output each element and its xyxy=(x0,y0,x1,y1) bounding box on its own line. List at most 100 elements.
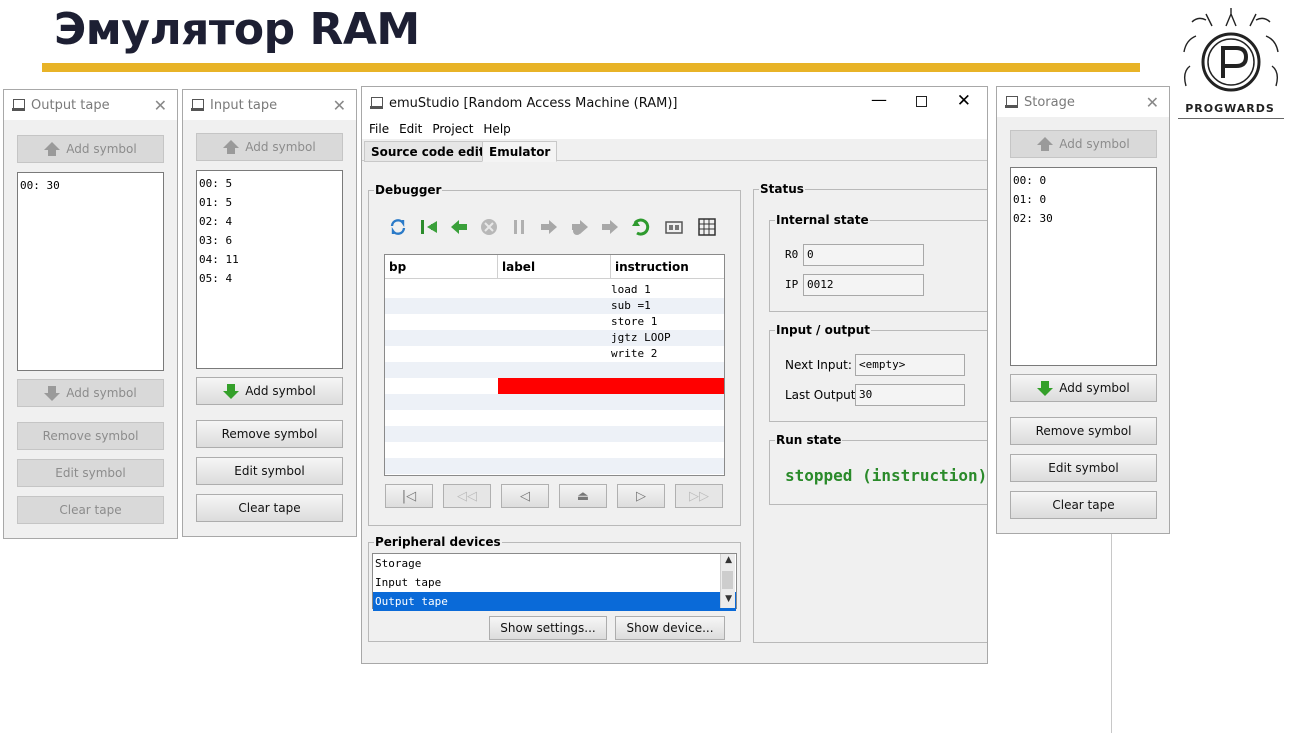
maximize-icon[interactable] xyxy=(916,96,927,107)
add-symbol-bottom-button[interactable]: Add symbol xyxy=(196,377,343,405)
step-back-icon[interactable] xyxy=(449,217,469,237)
refresh-icon[interactable] xyxy=(388,217,408,237)
menu-edit[interactable]: Edit xyxy=(399,122,422,136)
arrow-down-icon xyxy=(44,386,61,401)
input-tape-list[interactable]: 00: 5 01: 5 02: 4 03: 6 04: 11 05: 4 xyxy=(196,170,343,369)
table-row[interactable] xyxy=(385,394,724,410)
tape-cell[interactable]: 00: 0 xyxy=(1013,171,1154,190)
scrollbar-thumb[interactable] xyxy=(722,571,733,589)
close-icon[interactable]: ✕ xyxy=(154,96,167,115)
page-back-fast-button[interactable]: ◁◁ xyxy=(443,484,491,508)
debugger-label: Debugger xyxy=(374,183,443,197)
table-row[interactable] xyxy=(385,458,724,474)
list-item[interactable]: Storage xyxy=(373,554,736,573)
remove-symbol-button[interactable]: Remove symbol xyxy=(17,422,164,450)
tape-cell[interactable]: 05: 4 xyxy=(199,269,340,288)
jump-to-start-icon[interactable] xyxy=(419,217,439,237)
menu-file[interactable]: File xyxy=(369,122,389,136)
table-row[interactable]: write 2 xyxy=(385,346,724,362)
chevron-up-icon[interactable]: ▲ xyxy=(725,555,732,565)
column-header-bp[interactable]: bp xyxy=(385,255,498,279)
tape-cell[interactable]: 04: 11 xyxy=(199,250,340,269)
device-list[interactable]: Storage Input tape Output tape ▲ ▼ xyxy=(372,553,737,611)
tape-cell[interactable]: 00: 30 xyxy=(20,176,161,195)
emustudio-title: emuStudio [Random Access Machine (RAM)] xyxy=(389,95,678,111)
menu-project[interactable]: Project xyxy=(432,122,473,136)
add-symbol-top-button[interactable]: Add symbol xyxy=(196,133,343,161)
table-row[interactable] xyxy=(385,362,724,378)
table-row[interactable] xyxy=(385,410,724,426)
show-settings-button[interactable]: Show settings... xyxy=(489,616,607,640)
add-symbol-bottom-button[interactable]: Add symbol xyxy=(1010,374,1157,402)
storage-title: Storage xyxy=(1024,94,1075,110)
tab-emulator[interactable]: Emulator xyxy=(482,141,558,162)
column-header-label[interactable]: label xyxy=(498,255,611,279)
add-symbol-bottom-button[interactable]: Add symbol xyxy=(17,379,164,407)
tape-cell[interactable]: 01: 0 xyxy=(1013,190,1154,209)
input-output-panel: Input / output xyxy=(769,323,987,422)
add-symbol-bottom-label: Add symbol xyxy=(245,384,316,398)
show-device-button[interactable]: Show device... xyxy=(615,616,725,640)
tape-cell[interactable]: 00: 5 xyxy=(199,174,340,193)
logo-tagline xyxy=(1178,118,1284,119)
column-header-instruction[interactable]: instruction xyxy=(611,255,724,279)
table-row[interactable]: load 1 xyxy=(385,282,724,298)
first-page-button[interactable]: |◁ xyxy=(385,484,433,508)
arrow-up-icon xyxy=(44,142,61,156)
output-tape-list[interactable]: 00: 30 xyxy=(17,172,164,371)
tape-cell[interactable]: 02: 4 xyxy=(199,212,340,231)
current-page-button[interactable]: ⏏ xyxy=(559,484,607,508)
stop-icon[interactable] xyxy=(479,217,499,237)
run-icon[interactable] xyxy=(539,217,559,237)
instruction-table[interactable]: bp label instruction load 1 sub =1 store… xyxy=(384,254,725,476)
tape-cell[interactable]: 01: 5 xyxy=(199,193,340,212)
chevron-down-icon[interactable]: ▼ xyxy=(725,594,732,604)
instruction-cell: write 2 xyxy=(611,347,658,360)
ip-field[interactable]: 0012 xyxy=(803,274,924,296)
close-icon[interactable]: ✕ xyxy=(1146,93,1159,112)
page-forward-button[interactable]: ▷ xyxy=(617,484,665,508)
minimize-icon[interactable]: — xyxy=(871,90,887,109)
page-forward-fast-button[interactable]: ▷▷ xyxy=(675,484,723,508)
pause-icon[interactable] xyxy=(509,217,529,237)
close-icon[interactable]: ✕ xyxy=(957,91,971,111)
menu-help[interactable]: Help xyxy=(483,122,510,136)
clear-tape-button[interactable]: Clear tape xyxy=(17,496,164,524)
table-row[interactable] xyxy=(385,426,724,442)
r0-field[interactable]: 0 xyxy=(803,244,924,266)
edit-symbol-button[interactable]: Edit symbol xyxy=(196,457,343,485)
storage-window: Storage ✕ Add symbol 00: 0 01: 0 02: 30 … xyxy=(996,86,1170,534)
add-symbol-top-button[interactable]: Add symbol xyxy=(17,135,164,163)
storage-list[interactable]: 00: 0 01: 0 02: 30 xyxy=(1010,167,1157,366)
clear-tape-button[interactable]: Clear tape xyxy=(1010,491,1157,519)
list-item[interactable]: Input tape xyxy=(373,573,736,592)
table-row[interactable]: sub =1 xyxy=(385,298,724,314)
add-symbol-bottom-label: Add symbol xyxy=(66,386,137,400)
remove-symbol-button[interactable]: Remove symbol xyxy=(1010,417,1157,445)
edit-symbol-button[interactable]: Edit symbol xyxy=(17,459,164,487)
last-output-label: Last Output: xyxy=(785,388,860,402)
run-fast-icon[interactable] xyxy=(570,217,590,237)
page-back-button[interactable]: ◁ xyxy=(501,484,549,508)
list-item-selected[interactable]: Output tape xyxy=(373,592,736,611)
remove-symbol-button[interactable]: Remove symbol xyxy=(196,420,343,448)
table-row-current[interactable] xyxy=(385,378,724,394)
table-row[interactable] xyxy=(385,442,724,458)
memory-icon[interactable] xyxy=(664,217,684,237)
table-row[interactable]: store 1 xyxy=(385,314,724,330)
slide-title: Эмулятор RAM xyxy=(54,4,420,55)
arrow-down-icon xyxy=(223,384,240,399)
close-icon[interactable]: ✕ xyxy=(333,96,346,115)
clear-tape-button[interactable]: Clear tape xyxy=(196,494,343,522)
tape-cell[interactable]: 03: 6 xyxy=(199,231,340,250)
window-icon xyxy=(12,98,25,112)
last-output-field[interactable]: 30 xyxy=(855,384,965,406)
step-icon[interactable] xyxy=(600,217,620,237)
table-row[interactable]: jgtz LOOP xyxy=(385,330,724,346)
edit-symbol-button[interactable]: Edit symbol xyxy=(1010,454,1157,482)
add-symbol-top-button[interactable]: Add symbol xyxy=(1010,130,1157,158)
breakpoint-table-icon[interactable] xyxy=(697,217,717,237)
next-input-field[interactable]: <empty> xyxy=(855,354,965,376)
reset-icon[interactable] xyxy=(631,217,651,237)
tape-cell[interactable]: 02: 30 xyxy=(1013,209,1154,228)
